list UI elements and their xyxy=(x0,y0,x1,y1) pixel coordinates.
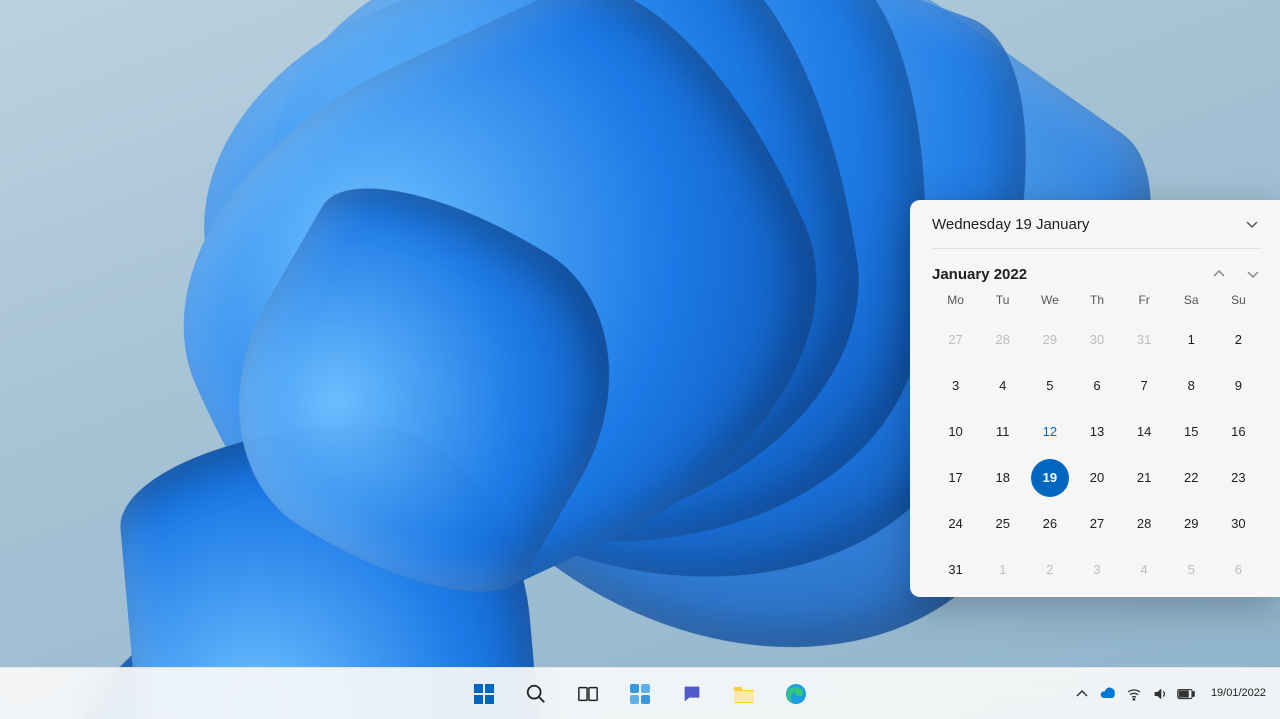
chevron-up-icon xyxy=(1076,688,1088,700)
calendar-day[interactable]: 4 xyxy=(1125,551,1163,589)
calendar-day[interactable]: 17 xyxy=(937,459,975,497)
taskbar-task-view[interactable] xyxy=(567,673,609,715)
calendar-day[interactable]: 1 xyxy=(1172,321,1210,359)
calendar-day[interactable]: 31 xyxy=(1125,321,1163,359)
calendar-day[interactable]: 27 xyxy=(1078,505,1116,543)
calendar-day[interactable]: 19 xyxy=(1031,459,1069,497)
calendar-dow: Mo xyxy=(932,293,979,313)
calendar-day[interactable]: 6 xyxy=(1219,551,1257,589)
calendar-day[interactable]: 1 xyxy=(984,551,1022,589)
calendar-day[interactable]: 2 xyxy=(1031,551,1069,589)
calendar-day[interactable]: 21 xyxy=(1125,459,1163,497)
taskbar-center xyxy=(463,673,817,715)
calendar-day[interactable]: 7 xyxy=(1125,367,1163,405)
taskview-icon xyxy=(577,683,599,705)
calendar-day[interactable]: 14 xyxy=(1125,413,1163,451)
taskbar-search[interactable] xyxy=(515,673,557,715)
calendar-day[interactable]: 11 xyxy=(984,413,1022,451)
calendar-day[interactable]: 20 xyxy=(1078,459,1116,497)
taskbar-chat[interactable] xyxy=(671,673,713,715)
taskbar-clock[interactable]: 19/01/2022 xyxy=(1205,683,1272,704)
taskbar-file-explorer[interactable] xyxy=(723,673,765,715)
calendar-day[interactable]: 16 xyxy=(1219,413,1257,451)
calendar-flyout: Wednesday 19 January January 2022 MoTuWe… xyxy=(910,200,1280,597)
calendar-date-label: Wednesday 19 January xyxy=(932,216,1089,233)
calendar-day[interactable]: 15 xyxy=(1172,413,1210,451)
calendar-dow: We xyxy=(1026,293,1073,313)
calendar-grid: MoTuWeThFrSaSu27282930311234567891011121… xyxy=(932,293,1262,589)
calendar-day[interactable]: 28 xyxy=(1125,505,1163,543)
calendar-day[interactable]: 13 xyxy=(1078,413,1116,451)
calendar-dow: Tu xyxy=(979,293,1026,313)
speaker-icon xyxy=(1152,686,1168,702)
calendar-day[interactable]: 26 xyxy=(1031,505,1069,543)
clock-date: 19/01/2022 xyxy=(1211,687,1266,700)
calendar-day[interactable]: 5 xyxy=(1031,367,1069,405)
calendar-day[interactable]: 10 xyxy=(937,413,975,451)
calendar-collapse-button[interactable] xyxy=(1242,214,1262,234)
chat-icon xyxy=(681,683,703,705)
edge-icon xyxy=(784,682,808,706)
calendar-day[interactable]: 5 xyxy=(1172,551,1210,589)
chevron-down-icon xyxy=(1246,218,1258,230)
taskbar: 19/01/2022 xyxy=(0,667,1280,719)
calendar-day[interactable]: 24 xyxy=(937,505,975,543)
tray-battery[interactable] xyxy=(1177,685,1195,703)
calendar-dow: Fr xyxy=(1121,293,1168,313)
tray-onedrive[interactable] xyxy=(1099,685,1117,703)
chevron-up-icon xyxy=(1213,268,1225,280)
calendar-day[interactable]: 29 xyxy=(1031,321,1069,359)
calendar-day[interactable]: 25 xyxy=(984,505,1022,543)
calendar-day[interactable]: 31 xyxy=(937,551,975,589)
calendar-day[interactable]: 2 xyxy=(1219,321,1257,359)
search-icon xyxy=(525,683,547,705)
explorer-icon xyxy=(732,683,756,705)
calendar-day[interactable]: 3 xyxy=(937,367,975,405)
calendar-month-label[interactable]: January 2022 xyxy=(932,266,1027,283)
tray-network[interactable] xyxy=(1125,685,1143,703)
taskbar-widgets[interactable] xyxy=(619,673,661,715)
chevron-down-icon xyxy=(1247,268,1259,280)
cloud-icon xyxy=(1100,686,1116,702)
calendar-day[interactable]: 29 xyxy=(1172,505,1210,543)
calendar-day[interactable]: 8 xyxy=(1172,367,1210,405)
calendar-day[interactable]: 4 xyxy=(984,367,1022,405)
calendar-day[interactable]: 28 xyxy=(984,321,1022,359)
calendar-dow: Su xyxy=(1215,293,1262,313)
calendar-day[interactable]: 22 xyxy=(1172,459,1210,497)
calendar-day[interactable]: 12 xyxy=(1031,413,1069,451)
wifi-icon xyxy=(1126,686,1142,702)
taskbar-start[interactable] xyxy=(463,673,505,715)
taskbar-edge[interactable] xyxy=(775,673,817,715)
calendar-dow: Sa xyxy=(1168,293,1215,313)
calendar-dow: Th xyxy=(1073,293,1120,313)
calendar-day[interactable]: 27 xyxy=(937,321,975,359)
taskbar-right: 19/01/2022 xyxy=(1073,683,1272,704)
calendar-day[interactable]: 6 xyxy=(1078,367,1116,405)
system-tray xyxy=(1073,685,1195,703)
calendar-next-button[interactable] xyxy=(1244,265,1262,283)
calendar-prev-button[interactable] xyxy=(1210,265,1228,283)
calendar-day[interactable]: 9 xyxy=(1219,367,1257,405)
battery-icon xyxy=(1177,687,1195,701)
calendar-day[interactable]: 30 xyxy=(1078,321,1116,359)
start-icon xyxy=(472,682,496,706)
desktop[interactable]: Wednesday 19 January January 2022 MoTuWe… xyxy=(0,0,1280,719)
calendar-day[interactable]: 3 xyxy=(1078,551,1116,589)
widgets-icon xyxy=(628,682,652,706)
tray-overflow[interactable] xyxy=(1073,685,1091,703)
calendar-day[interactable]: 18 xyxy=(984,459,1022,497)
calendar-day[interactable]: 23 xyxy=(1219,459,1257,497)
calendar-day[interactable]: 30 xyxy=(1219,505,1257,543)
tray-sound[interactable] xyxy=(1151,685,1169,703)
